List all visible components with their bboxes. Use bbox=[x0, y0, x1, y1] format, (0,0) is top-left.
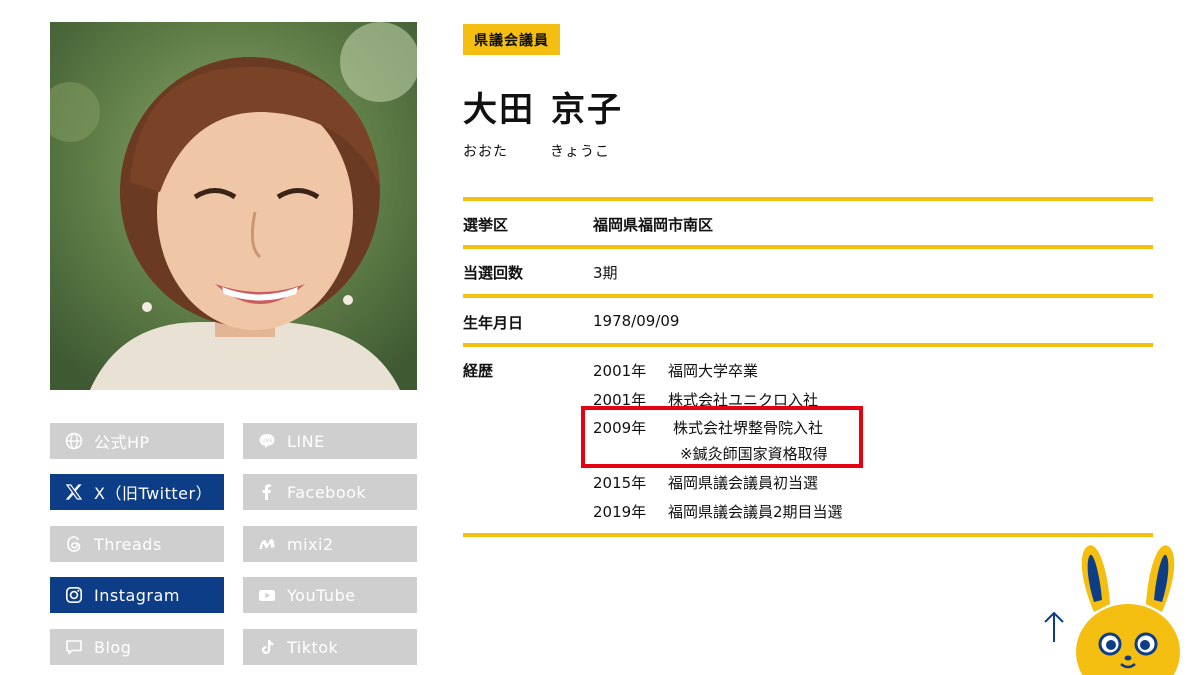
line-button[interactable]: LINE LINE bbox=[243, 423, 417, 459]
line-label: LINE bbox=[287, 431, 325, 451]
svg-text:LINE: LINE bbox=[261, 438, 272, 443]
rabbit-mascot-icon bbox=[1072, 540, 1184, 675]
threads-label: Threads bbox=[94, 534, 162, 554]
tiktok-label: Tiktok bbox=[287, 637, 339, 657]
globe-icon bbox=[64, 431, 84, 451]
birth-value: 1978/09/09 bbox=[593, 312, 680, 330]
official-hp-label: 公式HP bbox=[94, 433, 150, 452]
x-icon bbox=[64, 482, 84, 502]
birth-label: 生年月日 bbox=[463, 314, 524, 332]
speech-bubble-icon bbox=[64, 637, 84, 657]
career-item: 2015年 福岡県議会議員初当選 bbox=[593, 474, 819, 492]
member-name: 大田 京子 bbox=[463, 82, 623, 131]
table-divider bbox=[463, 343, 1153, 347]
family-kana: おおた bbox=[463, 144, 508, 160]
arrow-up-icon bbox=[1044, 611, 1064, 642]
facebook-button[interactable]: Facebook bbox=[243, 474, 417, 510]
official-hp-button[interactable]: 公式HP bbox=[50, 423, 224, 459]
facebook-label: Facebook bbox=[287, 482, 367, 502]
line-icon: LINE bbox=[257, 431, 277, 451]
terms-label: 当選回数 bbox=[463, 264, 524, 282]
career-item: 2001年 福岡大学卒業 bbox=[593, 362, 759, 380]
mixi2-label: mixi2 bbox=[287, 534, 334, 554]
back-to-top-button[interactable] bbox=[1042, 610, 1066, 644]
tiktok-button[interactable]: Tiktok bbox=[243, 629, 417, 665]
instagram-label: Instagram bbox=[94, 585, 180, 605]
table-divider bbox=[463, 197, 1153, 201]
youtube-button[interactable]: YouTube bbox=[243, 577, 417, 613]
member-name-kana: おおた きょうこ bbox=[463, 141, 610, 161]
instagram-icon bbox=[64, 585, 84, 605]
profile-photo bbox=[50, 22, 417, 390]
terms-value: 3期 bbox=[593, 264, 618, 282]
career-label: 経歴 bbox=[463, 362, 494, 380]
youtube-label: YouTube bbox=[287, 585, 356, 605]
mixi2-button[interactable]: mixi2 bbox=[243, 526, 417, 562]
family-name: 大田 bbox=[463, 90, 535, 130]
given-kana: きょうこ bbox=[550, 144, 610, 160]
position-badge: 県議会議員 bbox=[463, 24, 560, 55]
table-divider bbox=[463, 533, 1153, 537]
tiktok-icon bbox=[257, 637, 277, 657]
x-twitter-button[interactable]: X（旧Twitter） bbox=[50, 474, 224, 510]
career-item: 2019年 福岡県議会議員2期目当選 bbox=[593, 503, 843, 521]
blog-label: Blog bbox=[94, 637, 132, 657]
district-value: 福岡県福岡市南区 bbox=[593, 216, 714, 234]
youtube-icon bbox=[257, 585, 277, 605]
instagram-button[interactable]: Instagram bbox=[50, 577, 224, 613]
district-label: 選挙区 bbox=[463, 216, 509, 234]
mixi2-icon bbox=[257, 534, 277, 554]
facebook-icon bbox=[257, 482, 277, 502]
given-name: 京子 bbox=[551, 90, 623, 130]
threads-button[interactable]: Threads bbox=[50, 526, 224, 562]
blog-button[interactable]: Blog bbox=[50, 629, 224, 665]
highlight-box bbox=[581, 406, 863, 468]
table-divider bbox=[463, 294, 1153, 298]
threads-icon bbox=[64, 534, 84, 554]
table-divider bbox=[463, 245, 1153, 249]
x-twitter-label: X（旧Twitter） bbox=[94, 484, 213, 503]
